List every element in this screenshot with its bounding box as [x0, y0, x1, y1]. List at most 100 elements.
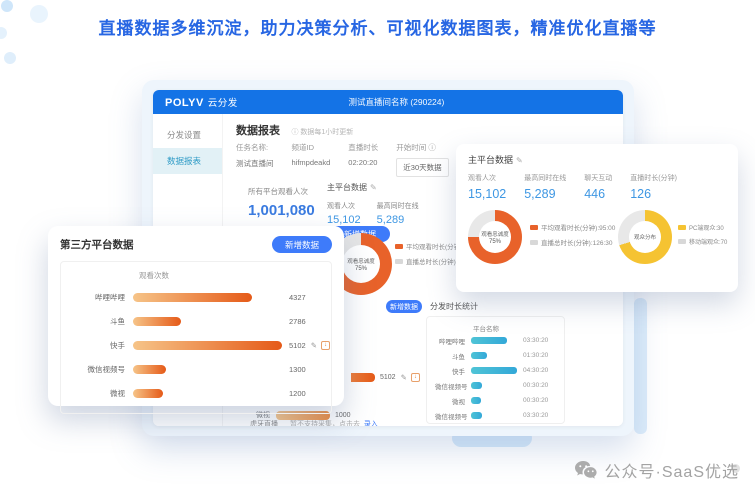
- bar-row: 微信视频号 1300 ✎ ↓: [61, 357, 323, 381]
- page-title: 直播数据多维沉淀，助力决策分析、可视化数据图表，精准优化直播等: [0, 14, 755, 39]
- task-info-row: 任务名称: 测试直播间 频道ID hifmpdeakd 直播时长 0: [236, 142, 467, 177]
- chart-title: 观看次数: [139, 270, 323, 281]
- stat-block: 最高同时在线 5,289: [377, 201, 419, 226]
- platform-note: 虎牙直播 暂不支持采集，点击去 录入: [250, 419, 378, 426]
- bar-label: 哔哩哔哩: [61, 292, 133, 303]
- backdrop-bar-row: 5102 ✎ ↓: [351, 373, 420, 382]
- stat-label: 观看人次: [327, 201, 361, 211]
- stat-label: 最高同时在线: [524, 173, 566, 183]
- stat-block: 聊天互动 446: [584, 173, 612, 201]
- duration-bar: [471, 367, 517, 374]
- card-title: 主平台数据✎: [468, 153, 726, 166]
- app-header: POLYV云分发 测试直播间名称 (290224): [153, 90, 623, 114]
- row-value: 01:30:20: [523, 352, 548, 359]
- row-label: 哔哩哔哩: [435, 336, 471, 346]
- column-header: 平台名称: [473, 323, 556, 333]
- stat-block: 观看人次 15,102: [468, 173, 506, 201]
- row-value: 00:30:20: [523, 397, 548, 404]
- main-platform-mini-panel: 主平台数据✎ 观看人次 15,102 最高同时在线: [327, 182, 435, 226]
- info-label: 频道ID: [292, 142, 331, 153]
- decor-circle: [4, 52, 16, 64]
- stat-label: 直播时长(分钟): [630, 173, 677, 183]
- stat-value: 1,001,080: [248, 202, 315, 219]
- bar-label: 快手: [61, 340, 133, 351]
- decor-rect: [634, 298, 647, 434]
- stat-label: 观看人次: [468, 173, 506, 183]
- bar: [133, 293, 252, 302]
- duration-row: 微信视频号 03:30:20: [435, 408, 556, 423]
- duration-row: 哔哩哔哩 03:30:20: [435, 333, 556, 348]
- row-label: 微视: [435, 396, 471, 406]
- add-data-button[interactable]: 新增数据: [386, 300, 422, 313]
- info-label: 开始时间 ⓘ: [396, 142, 448, 153]
- card-title: 第三方平台数据: [60, 237, 134, 252]
- stat-block: 观看人次 15,102: [327, 201, 361, 226]
- stat-label: 所有平台观看人次: [248, 186, 315, 197]
- info-value: 近30天数据: [396, 158, 448, 177]
- row-value: 04:30:20: [523, 367, 548, 374]
- stat-value: 5,289: [524, 187, 566, 201]
- stat-value: 15,102: [327, 214, 361, 226]
- stat-block: 最高同时在线 5,289: [524, 173, 566, 201]
- duration-row: 微信视频号 00:30:20: [435, 378, 556, 393]
- delete-icon[interactable]: ↓: [321, 341, 330, 350]
- edit-icon[interactable]: ✎: [370, 183, 377, 192]
- bar-row: 哔哩哔哩 4327 ✎ ↓: [61, 285, 323, 309]
- section-title: 分发时长统计: [430, 301, 478, 312]
- legend-item: PC端观众:30: [678, 223, 727, 232]
- bar: [133, 341, 282, 350]
- loyalty-donut-chart: 观看忠诚度 75%: [468, 210, 522, 264]
- sidebar-item[interactable]: 数据报表: [153, 148, 222, 174]
- edit-icon[interactable]: ✎: [516, 156, 523, 165]
- info-column: 直播时长 02:20:20: [348, 142, 378, 177]
- main-platform-data-card: 主平台数据✎ 观看人次 15,102 最高同时在线 5,289 聊天互动 446: [456, 144, 738, 292]
- info-value: 02:20:20: [348, 158, 378, 167]
- donut-legend: PC端观众:30 移动端观众:70: [678, 223, 727, 251]
- decor-circle: [1, 0, 13, 12]
- duration-chart-card: 平台名称 哔哩哔哩 03:30:20 斗: [426, 316, 565, 424]
- duration-bar: [471, 337, 507, 344]
- watermark-label: 公众号·SaaS优选: [605, 458, 739, 482]
- info-label: 任务名称:: [236, 142, 274, 153]
- logo-brand: POLYV: [165, 97, 204, 109]
- audience-donut-chart: 观众分布: [618, 210, 672, 264]
- polyv-logo: POLYV 云分发: [165, 95, 238, 109]
- row-value: 00:30:20: [523, 382, 548, 389]
- bar-label: 斗鱼: [61, 316, 133, 327]
- bar-row: 快手 5102 ✎ ↓: [61, 333, 323, 357]
- donut-legend: 平均观看时长(分钟):95:00 直播总时长(分钟):126:30: [530, 222, 616, 252]
- bar-row: 斗鱼 2786 ✎ ↓: [61, 309, 323, 333]
- stat-label: 最高同时在线: [377, 201, 419, 211]
- duration-bar: [471, 352, 487, 359]
- report-subtitle: ⓘ 数据每1小时更新: [291, 129, 353, 136]
- duration-row: 微视 00:30:20: [435, 393, 556, 408]
- watermark: 公众号·SaaS优选: [574, 458, 739, 482]
- add-data-button[interactable]: 新增数据: [272, 236, 332, 253]
- bar-value: 5102: [289, 341, 306, 350]
- info-value: hifmpdeakd: [292, 158, 331, 167]
- info-label: 直播时长: [348, 142, 378, 153]
- edit-icon[interactable]: ✎: [401, 373, 407, 382]
- stat-label: 聊天互动: [584, 173, 612, 183]
- stat-value: 5,289: [377, 214, 419, 226]
- duration-bar: [471, 382, 482, 389]
- delete-icon[interactable]: ↓: [411, 373, 420, 382]
- sidebar-item[interactable]: 分发设置: [153, 122, 222, 148]
- bar: [133, 317, 181, 326]
- legend-item: 移动端观众:70: [678, 237, 727, 246]
- duration-row: 快手 04:30:20: [435, 363, 556, 378]
- info-column: 任务名称: 测试直播间: [236, 142, 274, 177]
- bar-label: 微视: [61, 388, 133, 399]
- legend-item: 平均观看时长(分钟):95:00: [530, 222, 616, 232]
- duration-row: 斗鱼 01:30:20: [435, 348, 556, 363]
- bar-row: 微视 1200 ✎ ↓: [61, 381, 323, 405]
- row-label: 微信视频号: [435, 411, 471, 421]
- edit-icon[interactable]: ✎: [311, 341, 317, 350]
- info-column: 频道ID hifmpdeakd: [292, 142, 331, 177]
- logo-product: 云分发: [208, 98, 238, 109]
- stat-value: 126: [630, 187, 677, 201]
- duration-bar: [471, 412, 482, 419]
- note-link[interactable]: 录入: [364, 421, 378, 426]
- stat-value: 15,102: [468, 187, 506, 201]
- bar: [133, 389, 163, 398]
